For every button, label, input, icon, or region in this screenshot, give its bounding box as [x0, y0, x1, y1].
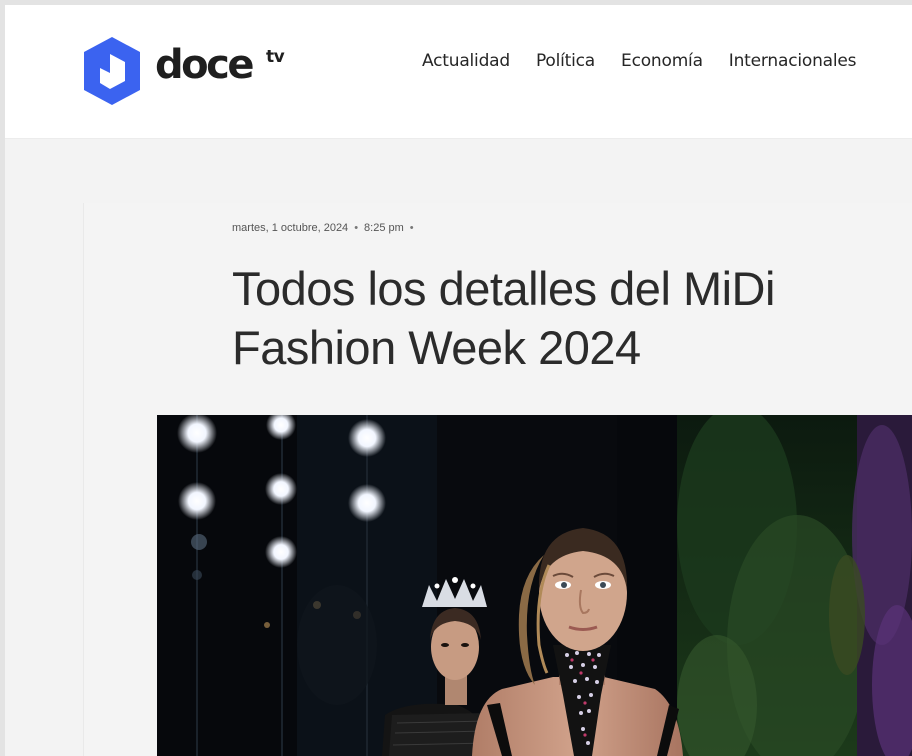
article-date: martes, 1 octubre, 2024	[232, 222, 349, 234]
logo-wordmark: doce	[155, 42, 254, 88]
meta-separator: •	[354, 222, 359, 234]
browser-viewport: doce tv Actualidad Política Economía Int…	[5, 5, 912, 756]
article-meta: martes, 1 octubre, 2024 • 8:25 pm •	[232, 222, 420, 234]
article-time: 8:25 pm	[364, 222, 404, 234]
nav-item-economia[interactable]: Economía	[621, 50, 703, 72]
main-nav: Actualidad Política Economía Internacion…	[422, 50, 856, 72]
runway-photo	[157, 415, 912, 756]
nav-item-internacionales[interactable]: Internacionales	[729, 50, 857, 72]
site-header: doce tv Actualidad Política Economía Int…	[5, 5, 912, 139]
meta-separator: •	[409, 222, 414, 234]
logo-superscript: tv	[266, 47, 285, 67]
nav-item-actualidad[interactable]: Actualidad	[422, 50, 510, 72]
nav-item-politica[interactable]: Política	[536, 50, 595, 72]
article-container: martes, 1 octubre, 2024 • 8:25 pm • Todos l…	[83, 203, 912, 756]
doce-logo-icon	[84, 37, 140, 105]
article-title: Todos los detalles del MiDi Fashion Week…	[232, 262, 775, 374]
article-hero-image[interactable]	[157, 415, 912, 756]
